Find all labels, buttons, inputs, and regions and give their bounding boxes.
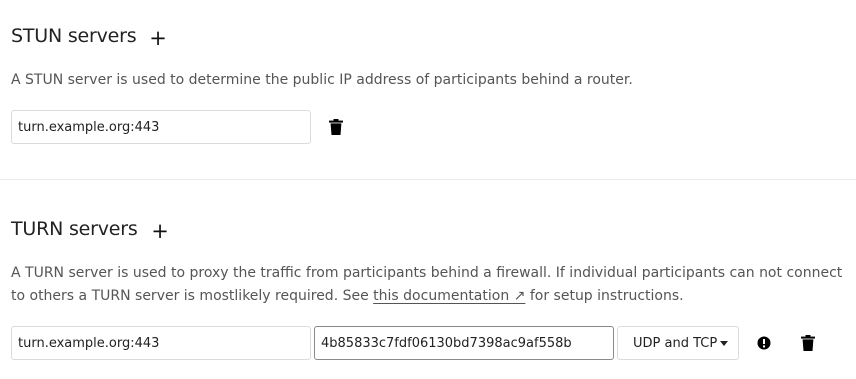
turn-section: TURN servers + A TURN server is used to …: [0, 180, 856, 379]
turn-secret-input[interactable]: [314, 326, 614, 360]
delete-stun-server-button[interactable]: [326, 117, 346, 137]
turn-server-status-button[interactable]: [754, 333, 774, 353]
protocol-select-value: UDP and TCP: [633, 335, 718, 351]
trash-icon: [329, 119, 343, 135]
add-turn-server-button[interactable]: +: [149, 220, 171, 242]
turn-description: A TURN server is used to proxy the traff…: [11, 262, 851, 308]
stun-section: STUN servers + A STUN server is used to …: [0, 0, 856, 180]
chevron-down-icon: [720, 341, 728, 346]
stun-description: A STUN server is used to determine the p…: [11, 72, 633, 88]
stun-server-input[interactable]: [11, 110, 311, 144]
documentation-link[interactable]: this documentation ↗: [373, 288, 525, 304]
turn-title: TURN servers: [11, 218, 138, 240]
delete-turn-server-button[interactable]: [798, 333, 818, 353]
alert-circle-icon: [757, 336, 771, 350]
turn-description-suffix: for setup instructions.: [525, 288, 684, 304]
add-stun-server-button[interactable]: +: [147, 27, 169, 49]
turn-server-input[interactable]: [11, 326, 311, 360]
stun-title: STUN servers: [11, 25, 137, 47]
protocol-select[interactable]: UDP and TCP: [617, 326, 739, 360]
trash-icon: [801, 335, 815, 351]
